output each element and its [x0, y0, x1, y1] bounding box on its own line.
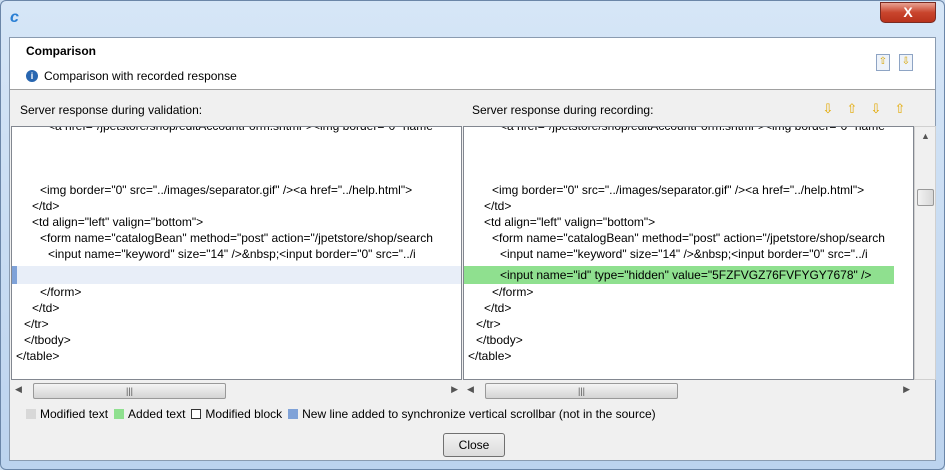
left-horizontal-scroll-thumb[interactable]: |||	[33, 383, 226, 399]
last-difference-icon[interactable]: ⇩	[868, 101, 884, 117]
recording-response-pane[interactable]: <a href="/jpetstore/shop/editAccountForm…	[463, 126, 914, 380]
code-line: <form name="catalogBean" method="post" a…	[492, 231, 885, 245]
recording-pane-label: Server response during recording:	[472, 103, 654, 117]
code-line: </tr>	[24, 317, 49, 331]
right-horizontal-scrollbar[interactable]: ◀ ||| ▶	[463, 381, 914, 401]
close-button[interactable]: Close	[443, 433, 505, 457]
diff-navigation: ⇩ ⇧ ⇩ ⇧	[820, 101, 908, 117]
code-line: <a href="/jpetstore/shop/editAccountForm…	[500, 126, 885, 133]
validation-response-pane[interactable]: <a href="/jpetstore/shop/editAccountForm…	[11, 126, 462, 380]
code-line: </td>	[484, 199, 512, 213]
code-line: <a href="/jpetstore/shop/editAccountForm…	[48, 126, 433, 133]
legend-swatch	[26, 409, 36, 419]
legend-swatch	[114, 409, 125, 419]
code-line: <input name="id" type="hidden" value="5F…	[464, 266, 894, 284]
scroll-up-icon[interactable]: ▲	[921, 131, 930, 141]
dialog-header: Comparison i Comparison with recorded re…	[10, 38, 935, 90]
dialog-title: Comparison	[26, 44, 97, 58]
vertical-scroll-thumb[interactable]	[917, 189, 934, 206]
code-line: </td>	[484, 301, 512, 315]
legend-label: Modified text	[40, 407, 109, 421]
code-line: <img border="0" src="../images/separator…	[492, 183, 865, 197]
code-line: <input name="keyword" size="14" />&nbsp;…	[500, 247, 868, 261]
code-line: <input name="keyword" size="14" />&nbsp;…	[48, 247, 416, 261]
app-logo-icon: c	[10, 9, 19, 26]
legend-label: Added text	[128, 407, 186, 421]
legend: Modified text Added text Modified block New…	[26, 407, 658, 421]
code-line: <img border="0" src="../images/separator…	[40, 183, 413, 197]
title-bar: c X	[1, 1, 944, 37]
scroll-right-icon[interactable]: ▶	[451, 384, 458, 395]
next-difference-icon[interactable]: ⇩	[820, 101, 836, 117]
code-line: </table>	[468, 349, 512, 363]
left-horizontal-scrollbar[interactable]: ◀ ||| ▶	[11, 381, 462, 401]
next-document-icon[interactable]: ⇩	[899, 54, 913, 71]
info-message: i Comparison with recorded response	[26, 69, 237, 83]
window-close-button[interactable]: X	[880, 2, 936, 23]
code-line: </tr>	[476, 317, 501, 331]
code-line: </tbody>	[476, 333, 523, 347]
code-line	[12, 266, 461, 284]
legend-swatch	[288, 409, 299, 419]
first-difference-icon[interactable]: ⇧	[892, 101, 908, 117]
scroll-right-icon[interactable]: ▶	[903, 384, 910, 395]
vertical-scrollbar[interactable]: ▲	[914, 126, 936, 380]
previous-difference-icon[interactable]: ⇧	[844, 101, 860, 117]
right-horizontal-scroll-thumb[interactable]: |||	[485, 383, 678, 399]
legend-label: New line added to synchronize vertical s…	[302, 407, 656, 421]
scroll-left-icon[interactable]: ◀	[15, 384, 22, 395]
code-line: <form name="catalogBean" method="post" a…	[40, 231, 433, 245]
previous-document-icon[interactable]: ⇧	[876, 54, 890, 71]
scroll-left-icon[interactable]: ◀	[467, 384, 474, 395]
code-line: <td align="left" valign="bottom">	[484, 215, 656, 229]
dialog-content: Comparison i Comparison with recorded re…	[9, 37, 936, 461]
legend-swatch	[191, 409, 202, 419]
code-line: </tbody>	[24, 333, 71, 347]
code-line: <td align="left" valign="bottom">	[32, 215, 204, 229]
code-line: </td>	[32, 301, 60, 315]
code-line: </table>	[16, 349, 60, 363]
code-line: </form>	[40, 285, 82, 299]
legend-label: Modified block	[205, 407, 283, 421]
comparison-window: c X Comparison i Comparison with recorde…	[0, 0, 945, 470]
code-line: </td>	[32, 199, 60, 213]
validation-pane-label: Server response during validation:	[20, 103, 203, 117]
info-text: Comparison with recorded response	[44, 69, 237, 83]
info-icon: i	[26, 70, 38, 82]
code-line: </form>	[492, 285, 534, 299]
